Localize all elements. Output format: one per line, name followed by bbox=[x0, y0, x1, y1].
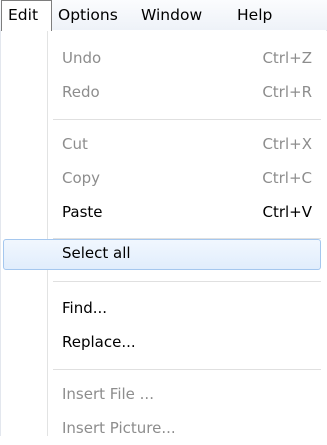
menu-bar: Edit Options Window Help bbox=[0, 0, 327, 31]
undo-label: Undo bbox=[62, 49, 102, 67]
cut-shortcut: Ctrl+X bbox=[262, 135, 312, 153]
undo-shortcut: Ctrl+Z bbox=[262, 49, 312, 67]
menu-item-select-all[interactable]: Select all bbox=[3, 239, 321, 270]
menu-item-insert-file[interactable]: Insert File ... bbox=[3, 380, 321, 411]
edit-dropdown-menu: Undo Ctrl+Z Redo Ctrl+R Cut Ctrl+X Copy … bbox=[0, 30, 326, 437]
paste-shortcut: Ctrl+V bbox=[262, 203, 312, 221]
menu-separator bbox=[53, 119, 321, 120]
menu-window[interactable]: Window bbox=[141, 0, 202, 29]
menu-item-find[interactable]: Find... bbox=[3, 294, 321, 325]
menu-item-cut[interactable]: Cut Ctrl+X bbox=[3, 130, 321, 161]
replace-label: Replace... bbox=[62, 333, 136, 351]
insert-file-label: Insert File ... bbox=[62, 385, 154, 403]
paste-label: Paste bbox=[62, 203, 103, 221]
menu-item-copy[interactable]: Copy Ctrl+C bbox=[3, 164, 321, 195]
menu-item-paste[interactable]: Paste Ctrl+V bbox=[3, 198, 321, 229]
copy-shortcut: Ctrl+C bbox=[262, 169, 312, 187]
redo-shortcut: Ctrl+R bbox=[262, 83, 312, 101]
menu-item-replace[interactable]: Replace... bbox=[3, 328, 321, 359]
find-label: Find... bbox=[62, 299, 108, 317]
menu-edit[interactable]: Edit bbox=[1, 0, 52, 31]
menu-separator bbox=[53, 281, 321, 282]
copy-label: Copy bbox=[62, 169, 101, 187]
select-all-label: Select all bbox=[62, 244, 131, 262]
insert-picture-label: Insert Picture... bbox=[62, 419, 176, 437]
menu-help[interactable]: Help bbox=[237, 0, 272, 29]
menu-item-redo[interactable]: Redo Ctrl+R bbox=[3, 78, 321, 109]
cut-label: Cut bbox=[62, 135, 88, 153]
menu-options[interactable]: Options bbox=[58, 0, 118, 29]
menu-item-insert-picture[interactable]: Insert Picture... bbox=[3, 414, 321, 445]
menu-item-undo[interactable]: Undo Ctrl+Z bbox=[3, 44, 321, 75]
menu-separator bbox=[53, 369, 321, 370]
redo-label: Redo bbox=[62, 83, 100, 101]
